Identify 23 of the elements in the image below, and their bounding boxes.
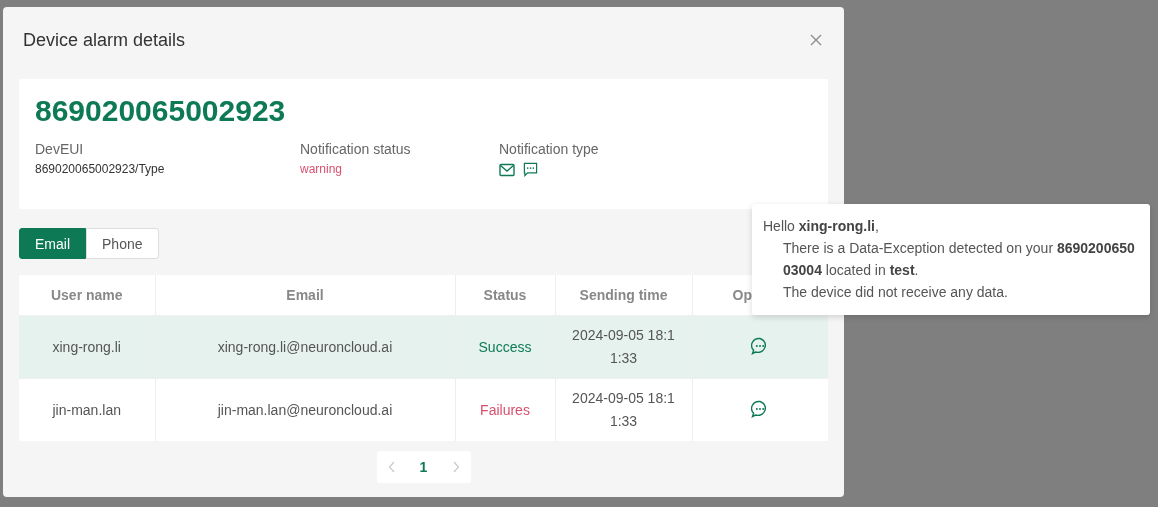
status-cell: Success [455, 315, 555, 379]
tooltip-text: Hello xing-rong.li, [763, 217, 880, 236]
field-label: Notification type [499, 141, 599, 157]
table-cell: jin-man.lan@neuroncloud.ai [155, 378, 455, 441]
table-cell: xing-rong.li@neuroncloud.ai [155, 315, 455, 379]
tab[interactable]: Phone [86, 228, 159, 259]
field-label: DevEUI [35, 141, 85, 157]
table-cell: 2024-09-05 18:11:33 [555, 315, 692, 379]
table-cell: jin-man.lan [19, 378, 155, 441]
table-cell: xing-rong.li [19, 315, 155, 379]
status-cell: Failures [455, 378, 555, 441]
column-header: User name [19, 275, 155, 316]
close-icon[interactable] [808, 32, 824, 48]
table-cell: 2024-09-05 18:11:33 [555, 378, 692, 441]
field-value: warning [300, 162, 344, 176]
device-id: 869020065002923 [35, 93, 287, 129]
tab[interactable]: Email [19, 228, 86, 259]
mail-icon [499, 162, 515, 177]
field-value: 869020065002923/Type [35, 162, 166, 176]
page-button[interactable]: 1 [406, 451, 441, 483]
field-label: Notification status [300, 141, 412, 157]
dialog-title: Device alarm details [23, 29, 186, 51]
message-icon [523, 162, 538, 177]
